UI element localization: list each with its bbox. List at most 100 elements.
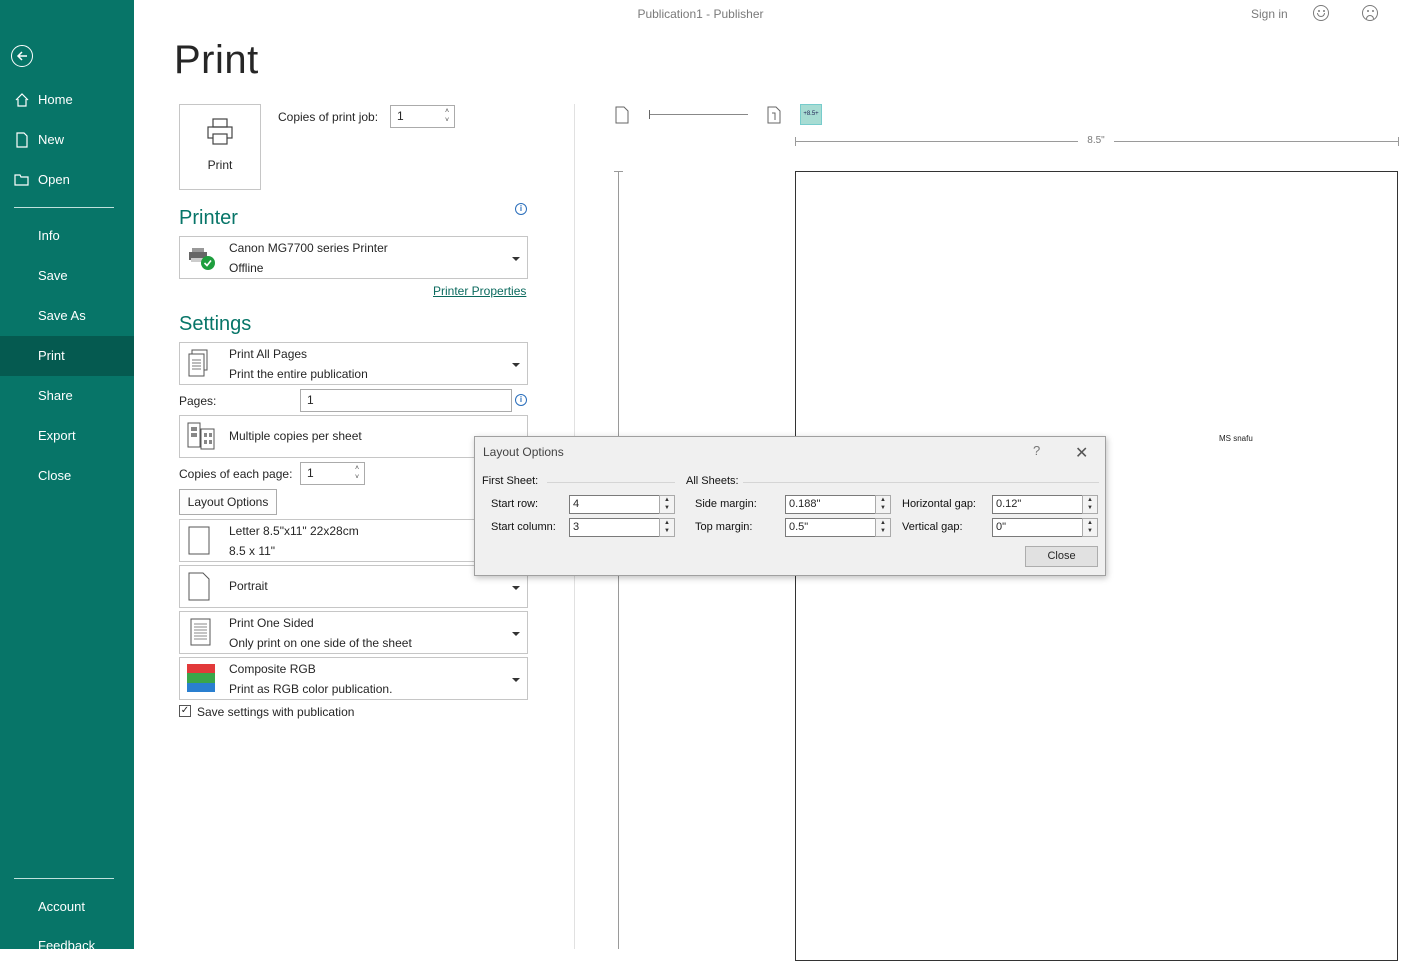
sidebar-item-label: Info	[38, 228, 60, 243]
sidebar-item-open[interactable]: Open	[0, 160, 134, 200]
layout-options-button[interactable]: Layout Options	[179, 489, 277, 515]
sidebar-item-account[interactable]: Account	[0, 887, 134, 927]
group-divider	[743, 482, 1099, 483]
save-settings-label: Save settings with publication	[197, 705, 355, 719]
paper-size-title: Letter 8.5"x11" 22x28cm	[229, 524, 359, 538]
page-preview-text: MS snafu	[1219, 434, 1253, 443]
sidebar-item-label: Open	[38, 172, 70, 187]
pages-scope-subtitle: Print the entire publication	[229, 367, 368, 381]
printer-name: Canon MG7700 series Printer	[229, 241, 388, 255]
sides-dropdown[interactable]: Print One Sided Only print on one side o…	[179, 611, 528, 654]
sidebar-item-label: Account	[38, 899, 85, 914]
spin-arrows-icon[interactable]: ˄ ˅	[442, 107, 452, 126]
copies-value: 1	[397, 109, 404, 123]
sidebar-item-home[interactable]: Home	[0, 80, 134, 120]
zoom-slider[interactable]	[649, 114, 748, 115]
close-icon[interactable]: ✕	[1075, 443, 1088, 463]
start-row-label: Start row:	[491, 498, 539, 510]
dialog-close-button[interactable]: Close	[1025, 546, 1098, 567]
spin-arrows-icon[interactable]: ˄ ˅	[352, 464, 362, 483]
sidebar-item-info[interactable]: Info	[0, 216, 134, 256]
ruler-tick	[1398, 137, 1399, 146]
horizontal-gap-spin[interactable]: ▲ ▼	[1082, 495, 1098, 514]
printer-dropdown[interactable]: Canon MG7700 series Printer Offline	[179, 236, 528, 279]
ruler-tick	[795, 137, 796, 146]
copies-stepper[interactable]: 1 ˄ ˅	[390, 105, 455, 128]
sidebar-item-new[interactable]: New	[0, 120, 134, 160]
single-page-icon[interactable]	[767, 106, 781, 124]
save-settings-checkbox[interactable]: ✓	[179, 705, 191, 717]
copies-label: Copies of print job:	[278, 110, 379, 124]
chevron-down-icon	[512, 257, 520, 261]
portrait-icon	[188, 572, 210, 601]
sidebar-item-save-as[interactable]: Save As	[0, 296, 134, 336]
start-row-input[interactable]: 4	[569, 495, 661, 514]
sidebar-item-feedback[interactable]: Feedback	[0, 926, 134, 966]
start-column-input[interactable]: 3	[569, 518, 661, 537]
sidebar-item-label: Save	[38, 268, 68, 283]
back-arrow-icon[interactable]	[11, 45, 33, 67]
color-dropdown[interactable]: Composite RGB Print as RGB color publica…	[179, 657, 528, 700]
pages-input[interactable]: 1	[300, 389, 512, 412]
group-divider	[547, 482, 675, 483]
top-margin-spin[interactable]: ▲ ▼	[875, 518, 891, 537]
horizontal-gap-label: Horizontal gap:	[902, 498, 976, 510]
copies-each-value: 1	[307, 466, 314, 480]
printer-properties-link[interactable]: Printer Properties	[433, 284, 526, 298]
pages-scope-dropdown[interactable]: Print All Pages Print the entire publica…	[179, 342, 528, 385]
sidebar-item-share[interactable]: Share	[0, 376, 134, 416]
sidebar-item-save[interactable]: Save	[0, 256, 134, 296]
sidebar-item-label: Export	[38, 428, 76, 443]
copies-per-sheet-label: Multiple copies per sheet	[229, 429, 362, 443]
printer-status-icon	[189, 248, 215, 270]
paper-icon	[188, 526, 210, 555]
info-icon[interactable]: i	[515, 203, 527, 215]
layout-options-dialog: Layout Options ? ✕ First Sheet: All Shee…	[474, 436, 1106, 576]
side-margin-label: Side margin:	[695, 498, 757, 510]
paper-size-subtitle: 8.5 x 11"	[229, 544, 276, 558]
sidebar-item-label: Close	[38, 468, 72, 483]
vertical-gap-input[interactable]: 0"	[992, 518, 1084, 537]
horizontal-gap-input[interactable]: 0.12"	[992, 495, 1084, 514]
chevron-down-icon	[512, 586, 520, 590]
sign-in-link[interactable]: Sign in	[1251, 7, 1288, 21]
frown-icon[interactable]	[1362, 5, 1378, 21]
sidebar-item-export[interactable]: Export	[0, 416, 134, 456]
sidebar-item-print[interactable]: Print	[0, 336, 134, 376]
settings-heading: Settings	[179, 313, 252, 335]
side-margin-spin[interactable]: ▲ ▼	[875, 495, 891, 514]
one-sided-icon	[190, 618, 211, 646]
chevron-down-icon	[512, 632, 520, 636]
help-icon[interactable]: ?	[1033, 443, 1040, 458]
top-margin-label: Top margin:	[695, 521, 753, 533]
window-title: Publication1 - Publisher	[637, 7, 764, 21]
sides-title: Print One Sided	[229, 616, 314, 630]
pages-icon	[188, 349, 208, 377]
color-title: Composite RGB	[229, 662, 316, 676]
zoom-slider-thumb[interactable]	[649, 110, 650, 119]
backstage-sidebar: Home New Open Info Save Save As Print Sh…	[0, 0, 134, 953]
chevron-down-icon	[512, 363, 520, 367]
top-margin-input[interactable]: 0.5"	[785, 518, 877, 537]
print-button[interactable]: Print	[179, 104, 261, 190]
ruler-width-label: 8.5"	[1078, 135, 1114, 146]
copies-each-stepper[interactable]: 1 ˄ ˅	[300, 462, 365, 485]
start-column-spin[interactable]: ▲ ▼	[659, 518, 675, 537]
vertical-gap-spin[interactable]: ▲ ▼	[1082, 518, 1098, 537]
start-row-spin[interactable]: ▲ ▼	[659, 495, 675, 514]
ruler-tick	[614, 171, 623, 172]
new-document-icon	[16, 132, 28, 148]
sidebar-item-close[interactable]: Close	[0, 456, 134, 496]
printer-icon	[207, 118, 233, 145]
orientation-label: Portrait	[229, 579, 268, 593]
info-icon[interactable]: i	[515, 394, 527, 406]
page-title: Print	[174, 38, 259, 82]
multiple-pages-icon	[187, 422, 215, 450]
sides-subtitle: Only print on one side of the sheet	[229, 636, 412, 650]
chevron-down-icon	[512, 678, 520, 682]
page-zoom-out-icon[interactable]	[615, 106, 629, 124]
smile-icon[interactable]	[1313, 5, 1329, 21]
side-margin-input[interactable]: 0.188"	[785, 495, 877, 514]
ruler-toggle-button[interactable]: +8.5+	[800, 104, 822, 125]
all-sheets-group-label: All Sheets:	[686, 475, 739, 487]
